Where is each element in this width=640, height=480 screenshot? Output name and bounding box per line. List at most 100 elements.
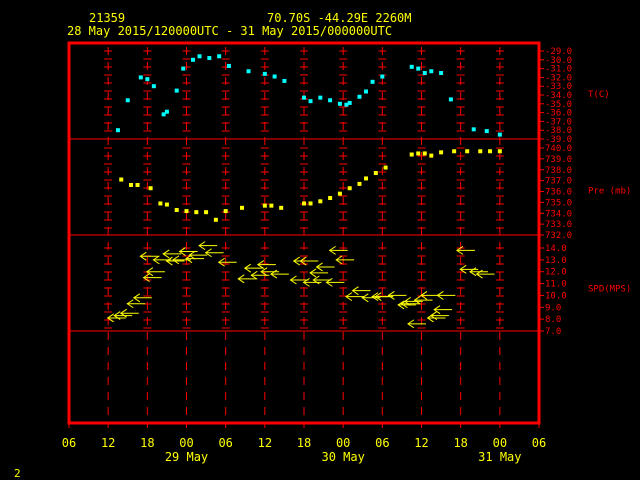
temperature-point xyxy=(422,71,427,75)
y-tick-label: 11.0 xyxy=(545,280,567,290)
temperature-point xyxy=(337,101,342,106)
pressure-point xyxy=(422,151,427,156)
station-location: 70.70S -44.29E 2260M xyxy=(267,11,412,25)
panel-label: SPD(MPS) xyxy=(588,285,631,295)
meteogram: 21359 70.70S -44.29E 2260M 28 May 2015/1… xyxy=(0,0,640,480)
pressure-point xyxy=(223,209,228,214)
y-tick-label: 736.0 xyxy=(545,188,572,198)
temperature-point xyxy=(318,95,323,100)
x-tick-label: 18 xyxy=(453,436,467,450)
pressure-point xyxy=(337,191,342,196)
pressure-point xyxy=(302,201,306,206)
y-tick-label: 737.0 xyxy=(545,177,572,187)
x-tick-label: 18 xyxy=(140,436,154,450)
temperature-point xyxy=(484,129,489,134)
pressure-point xyxy=(279,205,284,210)
y-tick-label: 735.0 xyxy=(545,198,572,208)
x-tick-label: 06 xyxy=(62,436,76,450)
pressure-point xyxy=(158,201,163,206)
temperature-point xyxy=(197,54,202,59)
pressure-point xyxy=(164,202,169,207)
temperature-point xyxy=(164,109,169,114)
temperature-point xyxy=(380,74,385,79)
pressure-point xyxy=(204,210,209,215)
y-tick-label: 7.0 xyxy=(545,327,561,337)
temperature-point xyxy=(115,128,120,133)
pressure-point xyxy=(465,149,470,154)
temperature-point xyxy=(282,78,287,83)
temperature-point xyxy=(308,99,313,104)
temperature-point xyxy=(302,95,306,100)
page-number: 2 xyxy=(14,467,21,480)
y-tick-label: 13.0 xyxy=(545,256,567,266)
temperature-point xyxy=(191,57,196,62)
temperature-point xyxy=(328,98,333,103)
pressure-point xyxy=(488,149,493,154)
temperature-point xyxy=(429,69,434,74)
pressure-point xyxy=(409,152,414,157)
temperature-point xyxy=(370,79,375,84)
date-label: 31 May xyxy=(478,450,521,464)
pressure-point xyxy=(194,210,199,215)
station-id: 21359 xyxy=(89,11,125,25)
pressure-point xyxy=(357,181,362,186)
temperature-point xyxy=(364,89,369,94)
temperature-point xyxy=(497,132,502,137)
pressure-point xyxy=(119,177,124,182)
panel-label: T(C) xyxy=(588,90,610,100)
y-tick-label: 8.0 xyxy=(545,315,561,325)
temperature-point xyxy=(439,71,444,75)
pressure-point xyxy=(213,217,218,222)
temperature-point xyxy=(409,64,414,69)
temperature-point xyxy=(471,127,476,132)
pressure-point xyxy=(497,149,502,154)
pressure-point xyxy=(318,199,323,204)
x-tick-label: 12 xyxy=(101,436,115,450)
y-tick-label: 9.0 xyxy=(545,303,561,313)
pressure-point xyxy=(328,196,333,201)
x-tick-label: 06 xyxy=(532,436,546,450)
x-tick-label: 12 xyxy=(414,436,428,450)
pressure-point xyxy=(269,203,274,208)
pressure-point xyxy=(478,149,483,154)
pressure-point xyxy=(383,165,388,170)
pressure-point xyxy=(308,201,313,206)
y-tick-label: 738.0 xyxy=(545,166,572,176)
temperature-point xyxy=(262,71,267,76)
x-tick-label: 18 xyxy=(297,436,311,450)
y-tick-label: 734.0 xyxy=(545,209,572,219)
temperature-point xyxy=(246,69,251,74)
temperature-point xyxy=(145,77,150,82)
temperature-point xyxy=(181,66,186,71)
pressure-point xyxy=(364,176,369,181)
pressure-point xyxy=(439,150,444,155)
pressure-point xyxy=(239,205,244,210)
temperature-point xyxy=(272,74,277,79)
temperature-point xyxy=(174,88,179,93)
temperature-point xyxy=(416,66,421,71)
panel-label: Pre (mb) xyxy=(588,187,631,197)
temperature-point xyxy=(125,98,130,103)
date-label: 30 May xyxy=(321,450,364,464)
y-tick-label: 733.0 xyxy=(545,220,572,230)
x-tick-label: 06 xyxy=(218,436,232,450)
pressure-point xyxy=(416,151,421,156)
x-tick-label: 00 xyxy=(179,436,193,450)
pressure-point xyxy=(135,182,140,187)
temperature-point xyxy=(347,100,352,105)
pressure-point xyxy=(174,207,179,212)
y-tick-label: 732.0 xyxy=(545,231,572,241)
pressure-point xyxy=(373,171,378,176)
background xyxy=(0,0,640,480)
temperature-point xyxy=(357,94,362,99)
pressure-point xyxy=(184,209,189,214)
pressure-point xyxy=(452,149,457,154)
x-tick-label: 06 xyxy=(375,436,389,450)
time-range: 28 May 2015/120000UTC - 31 May 2015/0000… xyxy=(67,24,392,38)
temperature-point xyxy=(207,56,212,61)
pressure-point xyxy=(262,203,267,208)
y-tick-label: 14.0 xyxy=(545,244,567,254)
y-tick-label: 740.0 xyxy=(545,144,572,154)
pressure-point xyxy=(129,182,134,187)
temperature-point xyxy=(448,97,453,102)
